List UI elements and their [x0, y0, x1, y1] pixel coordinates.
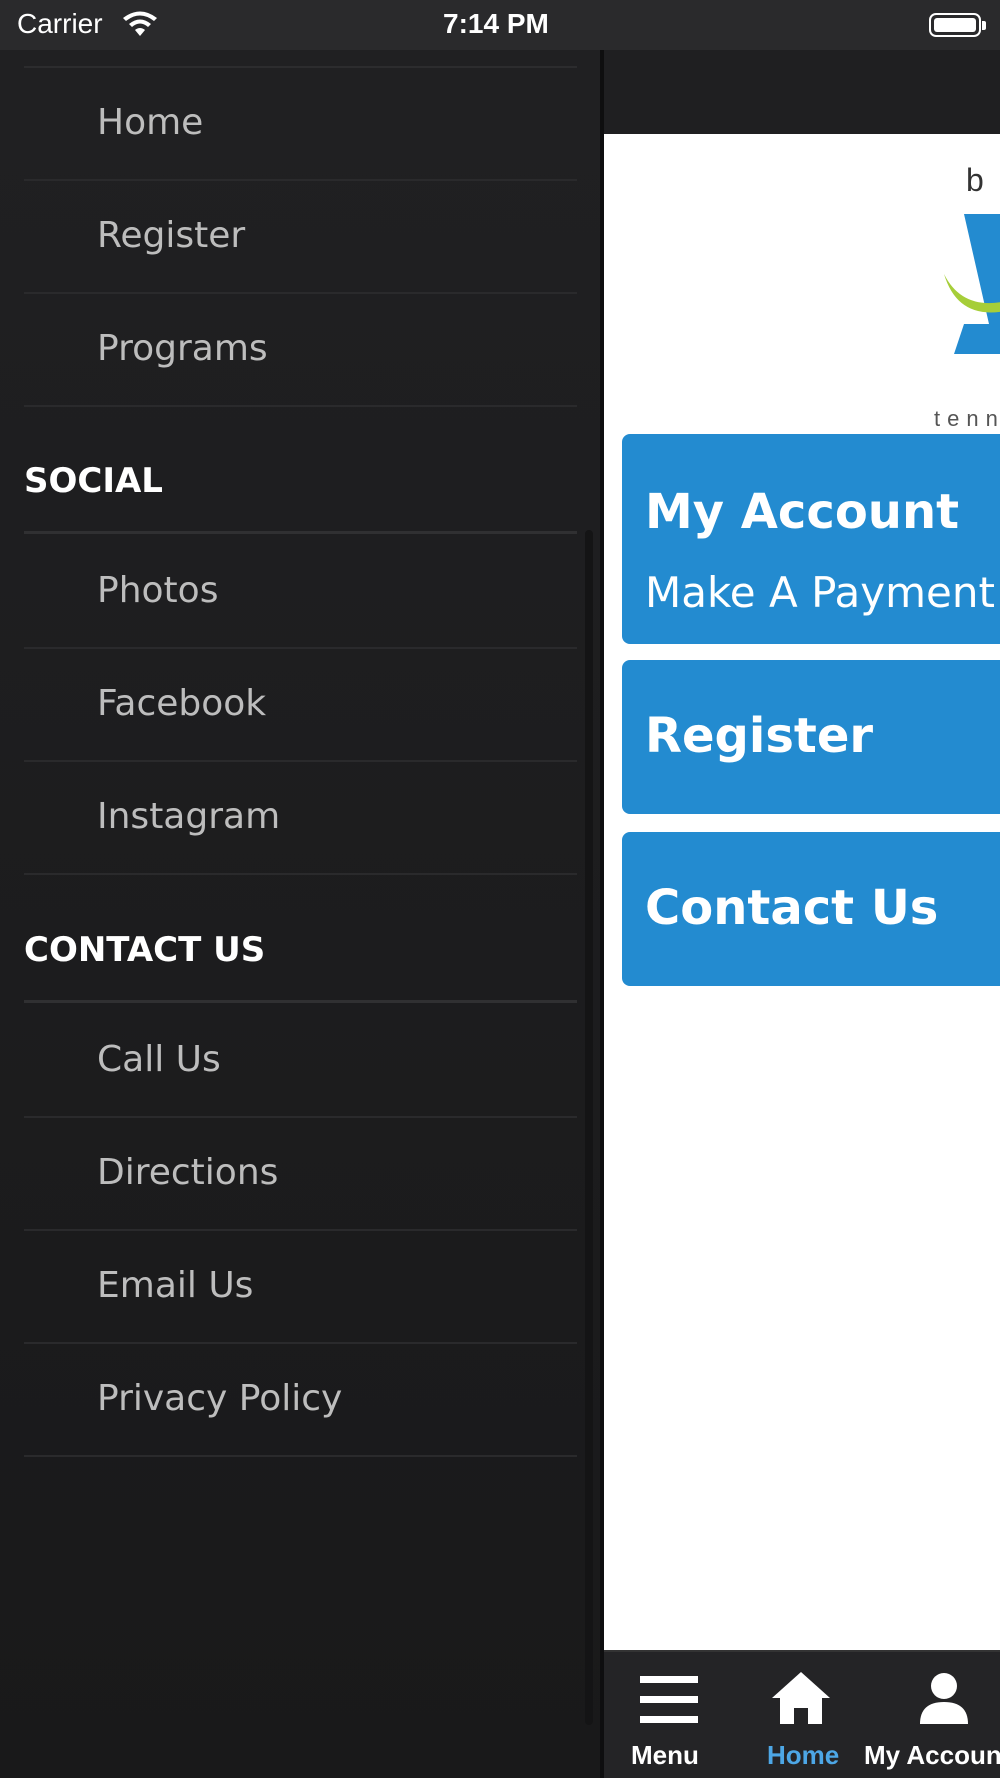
logo-letter: b	[966, 162, 984, 198]
user-icon	[920, 1673, 968, 1724]
menu-item-label: Instagram	[97, 796, 281, 837]
menu-item-email-us[interactable]: Email Us	[24, 1231, 577, 1344]
tab-label: Home	[767, 1740, 840, 1770]
menu-item-directions[interactable]: Directions	[24, 1118, 577, 1231]
menu-item-label: Call Us	[97, 1039, 221, 1080]
menu-item-register[interactable]: Register	[24, 181, 577, 294]
carrier-label: Carrier	[17, 8, 103, 39]
content-header	[604, 50, 1000, 134]
menu-item-label: Facebook	[97, 683, 267, 724]
section-heading-contact: CONTACT US	[24, 875, 577, 1003]
tab-bar: Menu Home My Account	[604, 1650, 1000, 1778]
menu-item-privacy-policy[interactable]: Privacy Policy	[24, 1344, 577, 1457]
clock: 7:14 PM	[443, 8, 549, 39]
menu-item-label: Home	[97, 102, 204, 143]
home-icon	[772, 1672, 830, 1724]
menu-item-label: Privacy Policy	[97, 1378, 343, 1419]
tab-label: Menu	[631, 1740, 699, 1770]
menu-icon	[640, 1676, 698, 1723]
tile-title: Contact Us	[645, 880, 939, 936]
menu-item-label: Programs	[97, 328, 268, 369]
drawer-scrollbar[interactable]	[585, 530, 593, 1725]
tab-label: My Account	[864, 1740, 1000, 1770]
my-account-tile[interactable]: My Account Make A Payment /	[622, 434, 1000, 644]
menu-item-call-us[interactable]: Call Us	[24, 1005, 577, 1118]
battery-icon	[929, 13, 986, 37]
menu-item-facebook[interactable]: Facebook	[24, 649, 577, 762]
contact-us-tile[interactable]: Contact Us	[622, 832, 1000, 986]
menu-item-instagram[interactable]: Instagram	[24, 762, 577, 875]
menu-item-label: Register	[97, 215, 246, 256]
wifi-icon	[123, 11, 157, 36]
section-heading-label: CONTACT US	[24, 930, 266, 970]
tile-title: My Account	[645, 484, 960, 540]
section-heading-social: SOCIAL	[24, 406, 577, 534]
tab-my-account[interactable]: My Account	[864, 1652, 1000, 1778]
register-tile[interactable]: Register	[622, 660, 1000, 814]
side-drawer: Home Register Programs SOCIAL Photos Fac…	[0, 50, 600, 1778]
logo-text: tenn	[934, 406, 1000, 431]
status-bar: Carrier 7:14 PM	[0, 0, 1000, 50]
tab-menu[interactable]: Menu	[604, 1652, 734, 1778]
main-content: b tenn My Account Make A Payment / Regis…	[604, 50, 1000, 1778]
menu-item-label: Directions	[97, 1152, 279, 1193]
logo: b tenn	[604, 134, 1000, 434]
tab-home[interactable]: Home	[734, 1652, 864, 1778]
section-heading-label: SOCIAL	[24, 461, 163, 501]
menu-item-home[interactable]: Home	[24, 68, 577, 181]
menu-item-label: Email Us	[97, 1265, 254, 1306]
menu-item-photos[interactable]: Photos	[24, 536, 577, 649]
menu-item-programs[interactable]: Programs	[24, 294, 577, 407]
menu-item-label: Photos	[97, 570, 219, 611]
tile-subtitle: Make A Payment /	[645, 568, 1000, 617]
logo-mark-icon	[944, 214, 1000, 354]
tile-title: Register	[645, 708, 874, 764]
